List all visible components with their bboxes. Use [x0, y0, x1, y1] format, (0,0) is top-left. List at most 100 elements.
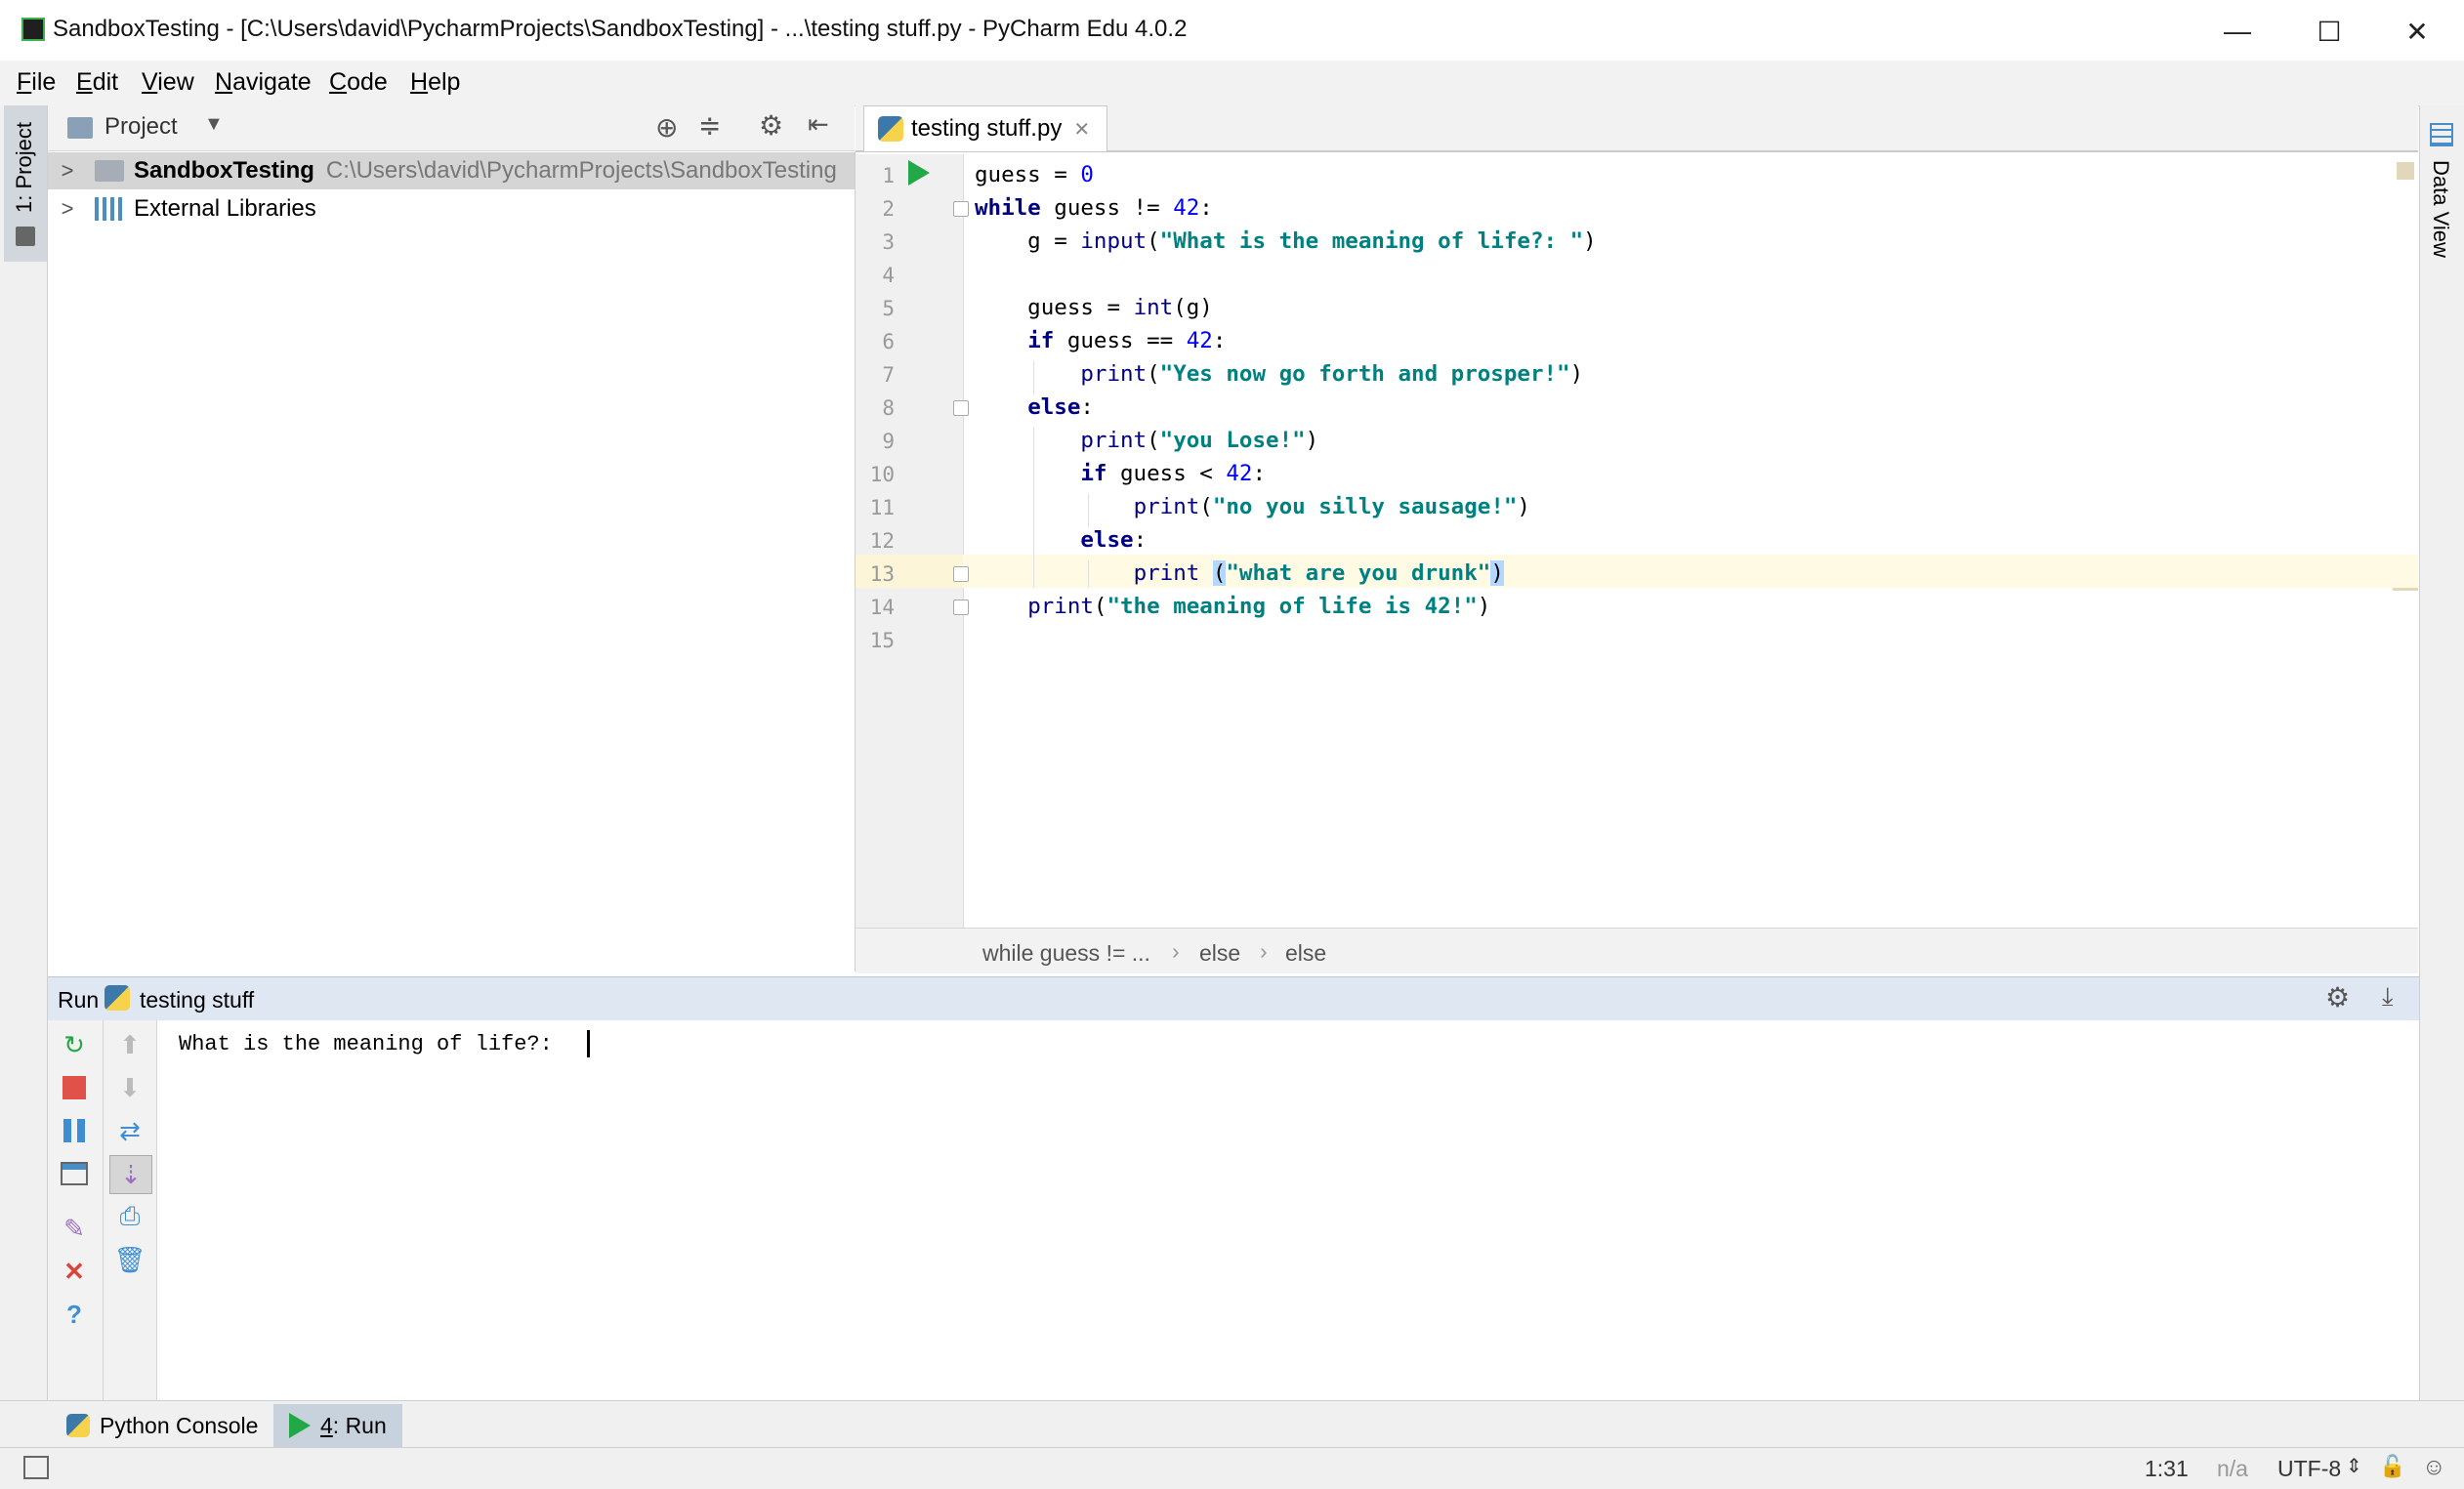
tree-item-sandboxtesting[interactable]: > SandboxTesting C:\Users\david\PycharmP… — [48, 152, 855, 189]
menu-code[interactable]: Code — [329, 68, 388, 97]
tree-item-external-libraries[interactable]: > External Libraries — [48, 190, 855, 227]
line-number: 10 — [869, 463, 895, 486]
print-icon[interactable]: ⎙ — [113, 1200, 146, 1233]
run-console[interactable]: What is the meaning of life?: — [157, 1020, 2419, 1401]
close-button[interactable]: ✕ — [2383, 10, 2451, 53]
toggle-tool-windows-icon[interactable] — [23, 1456, 49, 1479]
data-view-icon[interactable] — [2430, 123, 2453, 146]
tree-item-label: External Libraries — [134, 195, 316, 222]
fold-marker-icon[interactable] — [953, 600, 969, 615]
locate-icon[interactable]: ⊕ — [655, 111, 678, 144]
help-icon[interactable]: ? — [58, 1298, 91, 1331]
clear-all-icon[interactable]: 🗑 — [113, 1243, 146, 1276]
project-view-selector[interactable]: Project — [104, 113, 178, 141]
line-number: 11 — [869, 496, 895, 519]
hide-panel-icon[interactable]: ⤓ — [2382, 981, 2394, 1013]
chevron-right-icon[interactable]: > — [48, 158, 87, 184]
tab-python-console[interactable]: Python Console — [51, 1404, 273, 1447]
tab-testing-stuff-py[interactable]: testing stuff.py ✕ — [863, 105, 1107, 151]
fold-marker-icon[interactable] — [953, 400, 969, 416]
pause-icon[interactable] — [58, 1114, 91, 1147]
python-icon — [104, 985, 130, 1011]
structure-icon — [16, 227, 35, 246]
chevron-right-icon[interactable]: > — [48, 196, 87, 222]
code-line-10: if guess < 42: — [1080, 461, 1267, 486]
code-line-11: print("no you silly sausage!") — [1133, 494, 1530, 519]
right-tool-strip: Data View — [2419, 105, 2464, 1400]
run-gutter-icon[interactable] — [908, 160, 930, 186]
project-tool-tab-label: 1: Project — [12, 122, 36, 213]
line-number: 12 — [869, 529, 895, 553]
python-file-icon — [878, 116, 903, 142]
gear-icon[interactable]: ⚙ — [759, 109, 783, 142]
breadcrumb-item[interactable]: while guess != ... — [982, 940, 1150, 967]
project-tool-tab[interactable]: 1: Project — [4, 105, 47, 262]
chevron-down-icon[interactable]: ▼ — [204, 113, 224, 136]
tab-label: : Run — [332, 1412, 387, 1438]
file-encoding[interactable]: UTF-8 — [2277, 1456, 2341, 1482]
run-panel-header: Run testing stuff ⚙ ⤓ — [48, 976, 2419, 1021]
soft-wrap-icon[interactable]: ⇄ — [113, 1114, 146, 1147]
line-number: 14 — [869, 596, 895, 619]
tab-label: testing stuff.py — [911, 115, 1063, 142]
stop-icon[interactable] — [58, 1071, 91, 1104]
breadcrumb-item[interactable]: else — [1285, 940, 1326, 967]
maximize-button[interactable]: ☐ — [2295, 10, 2363, 53]
hide-panel-icon[interactable]: ⇤ — [808, 109, 829, 140]
code-editor[interactable] — [964, 154, 2419, 928]
library-icon — [95, 197, 124, 221]
arrow-down-icon[interactable]: ⬇ — [113, 1071, 146, 1104]
project-panel-header: Project ▼ ⊕ ≑ ⚙ ⇤ — [48, 105, 855, 151]
collapse-all-icon[interactable]: ≑ — [698, 109, 721, 142]
scroll-marker[interactable] — [2393, 588, 2418, 591]
code-line-14: print("the meaning of life is 42!") — [1027, 594, 1491, 619]
breadcrumb: while guess != ... › else › else — [856, 928, 2418, 973]
code-line-5: guess = int(g) — [975, 295, 1213, 320]
python-icon — [66, 1414, 90, 1437]
run-toolbar-primary: ↻ ✎ ✕ ? — [48, 1020, 104, 1401]
breadcrumb-item[interactable]: else — [1199, 940, 1240, 967]
chevron-updown-icon[interactable]: ⇕ — [2346, 1454, 2362, 1478]
line-number: 1 — [882, 164, 895, 187]
arrow-up-icon[interactable]: ⬆ — [113, 1028, 146, 1061]
inspection-status-icon[interactable] — [2397, 162, 2414, 180]
window-title: SandboxTesting - [C:\Users\david\Pycharm… — [53, 16, 1188, 42]
title-bar: SandboxTesting - [C:\Users\david\Pycharm… — [0, 0, 2464, 62]
scroll-to-end-icon[interactable]: ⇣ — [109, 1155, 152, 1194]
minimize-button[interactable]: — — [2203, 10, 2272, 53]
code-line-13: print ("what are you drunk") — [1133, 560, 1504, 586]
run-panel-title: Run — [58, 987, 100, 1013]
menu-help[interactable]: Help — [410, 68, 460, 97]
code-line-6: if guess == 42: — [1027, 328, 1227, 353]
lock-icon[interactable]: 🔓 — [2379, 1454, 2405, 1479]
data-view-tab[interactable]: Data View — [2428, 160, 2453, 258]
fold-marker-icon[interactable] — [953, 566, 969, 582]
menu-edit[interactable]: Edit — [76, 68, 118, 97]
chevron-right-icon: › — [1260, 938, 1268, 964]
menu-view[interactable]: View — [142, 68, 194, 97]
tab-label: Python Console — [100, 1412, 259, 1438]
pin-icon[interactable]: ✎ — [58, 1212, 91, 1245]
close-icon[interactable]: ✕ — [58, 1255, 91, 1288]
menu-navigate[interactable]: Navigate — [215, 68, 312, 97]
close-tab-icon[interactable]: ✕ — [1073, 117, 1090, 142]
restore-layout-icon[interactable] — [58, 1157, 91, 1190]
menu-file[interactable]: File — [17, 68, 56, 97]
line-separator[interactable]: n/a — [2217, 1456, 2248, 1482]
console-output: What is the meaning of life?: — [179, 1032, 566, 1056]
code-line-3: g = input("What is the meaning of life?:… — [975, 228, 1597, 254]
line-number: 3 — [882, 230, 895, 254]
rerun-icon[interactable]: ↻ — [58, 1028, 91, 1061]
run-config-name: testing stuff — [140, 987, 255, 1013]
pycharm-logo-icon — [21, 18, 45, 41]
gear-icon[interactable]: ⚙ — [2325, 981, 2350, 1013]
run-toolbar-secondary: ⬆ ⬇ ⇄ ⇣ ⎙ 🗑 — [104, 1020, 157, 1401]
code-line-7: print("Yes now go forth and prosper!") — [1080, 361, 1584, 387]
line-number: 9 — [882, 430, 895, 453]
fold-marker-icon[interactable] — [953, 201, 969, 217]
code-line-9: print("you Lose!") — [1080, 428, 1319, 453]
caret-position[interactable]: 1:31 — [2145, 1456, 2189, 1482]
tab-run[interactable]: 4: Run — [273, 1404, 402, 1447]
tree-item-label: SandboxTesting — [134, 157, 314, 184]
inspector-icon[interactable]: ☺ — [2422, 1454, 2446, 1481]
